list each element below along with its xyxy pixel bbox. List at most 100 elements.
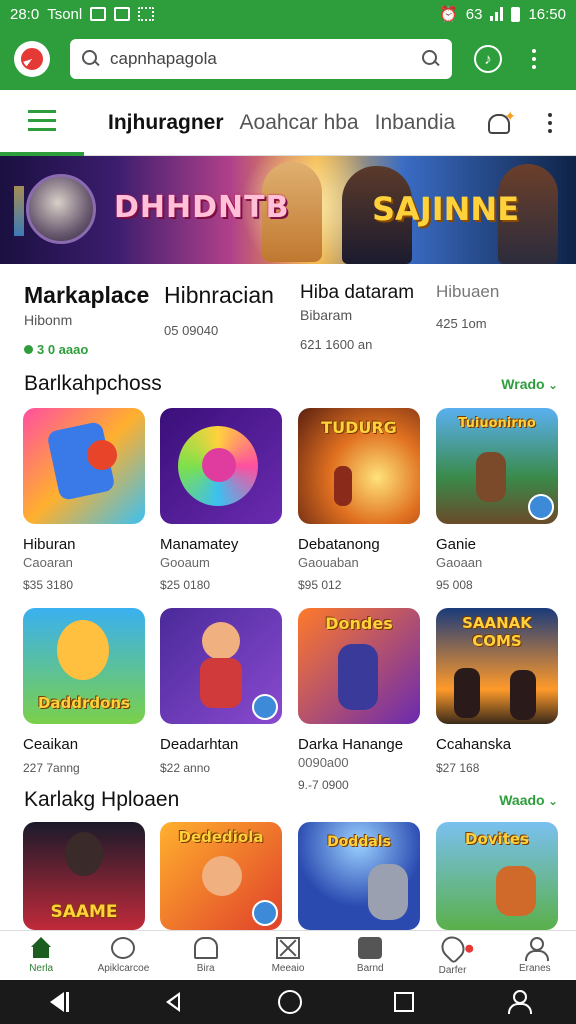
thumbnail-label: Dovites [465,830,529,848]
app-card[interactable]: Hiburan Caoaran $35 3180 [23,408,145,592]
heart-icon [436,931,475,965]
system-back-icon[interactable] [162,990,186,1014]
message-icon [114,7,131,21]
system-navigation-bar [0,980,576,1024]
app-name: Ccahanska [436,736,512,753]
section-title: Barlkahpchoss [24,372,162,395]
app-card[interactable]: Dovites [436,822,558,930]
app-card[interactable]: SAANAK COMS Ccahanska $27 168 [436,608,558,775]
stat-item[interactable]: Hiba dataram Bibaram 621 1600 an [300,282,414,352]
app-name: Deadarhtan [160,736,239,753]
app-thumbnail: Dovites [436,822,558,930]
house-outline-icon [193,937,218,959]
nav-item-favorites[interactable]: Darfer [411,931,493,980]
nav-label: Nerla [29,963,54,974]
app-card[interactable]: TUDURG Debatanong Gaouaban $95 012 [298,408,420,592]
nav-label: Meeaio [271,963,305,974]
verified-badge-icon [528,494,554,520]
nav-label: Bira [196,963,215,974]
overflow-menu-icon[interactable] [532,49,536,69]
app-card[interactable]: Deadarhtan $22 anno [160,608,282,775]
app-thumbnail: Tuiuonirno [436,408,558,524]
hamburger-menu-icon[interactable] [0,90,84,156]
nav-item-profile[interactable]: Eranes [494,931,576,980]
section-header: Karlakg Hploaen Waado [24,788,558,812]
app-card[interactable]: Daddrdons Ceaikan 227 7anng [23,608,145,775]
stat-value: 3 0 aaao [24,342,149,357]
thumbnail-label: SAAME [50,902,118,922]
edit-icon [358,937,383,959]
system-back-alt-icon[interactable] [46,990,70,1014]
section-title: Karlakg Hploaen [24,788,180,811]
status-bar: 28:0 Tsonl ⏰ 63 16:50 [0,0,576,28]
stat-marketplace[interactable]: Markaplace Hibonm 3 0 aaao [24,282,149,357]
app-price: 227 7anng [23,761,80,775]
nav-item-media[interactable]: Meeaio [247,931,329,980]
app-thumbnail: TUDURG [298,408,420,524]
notification-bell-icon[interactable]: ✦ [486,108,516,136]
app-thumbnail: Daddrdons [23,608,145,724]
banner-spark [14,186,24,236]
banner-title-left: DHHDNTB [114,190,290,225]
search-bar[interactable] [70,39,452,79]
app-name: Ceaikan [23,736,79,753]
stat-item[interactable]: Hibuaen 425 1om [436,282,499,331]
promo-banner[interactable]: DHHDNTB SAJINNE [0,156,576,264]
app-card[interactable]: Tuiuonirno Ganie Gaoaan 95 008 [436,408,558,592]
system-account-icon[interactable] [506,990,532,1014]
stat-title: Hiba dataram [300,282,415,303]
stat-value: 425 1om [436,316,487,331]
wrench-icon [111,937,136,959]
tab-active[interactable]: Injhuragner [100,111,232,135]
banner-title-right: SAJINNE [372,190,520,228]
section-more-link[interactable]: Wrado [501,376,558,392]
app-card[interactable]: SAAME [23,822,145,930]
app-thumbnail: Dedediola [160,822,282,930]
bottom-navigation: Nerla Apiklcarcoe Bira Meeaio Barnd Darf… [0,930,576,980]
search-submit-icon[interactable] [422,50,440,68]
system-recents-icon[interactable] [394,992,414,1012]
stat-title: Markaplace [24,282,150,308]
app-price: $95 012 [298,578,342,592]
stat-title: Hibnracian [164,282,274,308]
app-price: $22 anno [160,761,211,775]
thumbnail-label: Daddrdons [37,694,131,712]
app-thumbnail: Doddals [298,822,420,930]
battery-percent: 63 [465,5,483,23]
app-thumbnail [160,608,282,724]
section-header: Barlkahpchoss Wrado [24,372,558,396]
status-carrier: Tsonl [47,5,83,23]
tab-bar: Injhuragner Aoahcar hba Inbandia ✦ [0,90,576,156]
app-price: 95 008 [436,578,473,592]
tab-3[interactable]: Inbandia [367,111,464,135]
search-input[interactable] [110,49,416,69]
nav-item-bira[interactable]: Bira [165,931,247,980]
app-category: Gaoaan [436,555,483,570]
nav-label: Eranes [518,963,551,974]
system-home-icon[interactable] [278,990,302,1014]
app-name: Hiburan [23,536,76,553]
thumbnail-label: Dedediola [178,828,264,846]
nav-item-brand[interactable]: Barnd [329,931,411,980]
nav-item-apps[interactable]: Apiklcarcoe [82,931,164,980]
signal-icon [490,7,504,21]
notification-icon [90,7,107,21]
thumbnail-label: Doddals [327,834,391,850]
voice-search-icon[interactable]: ♪ [474,45,502,73]
app-logo[interactable] [14,41,50,77]
section-more-link[interactable]: Waado [499,792,558,808]
app-category: Caoaran [23,555,73,570]
nav-label: Barnd [356,963,384,974]
app-card[interactable]: Dedediola [160,822,282,930]
search-icon [82,50,100,68]
stat-item[interactable]: Hibnracian 05 09040 [164,282,274,338]
tab-overflow-icon[interactable] [548,112,552,133]
thumbnail-label: Dondes [325,614,393,633]
app-card[interactable]: Manamatey Gooaum $25 0180 [160,408,282,592]
banner-avatar [26,174,96,244]
app-card[interactable]: Doddals [298,822,420,930]
app-card[interactable]: Dondes Darka Hanange 0090a00 9.-7 0900 [298,608,420,792]
nav-item-home[interactable]: Nerla [0,931,82,980]
tab-2[interactable]: Aoahcar hba [232,111,367,135]
nav-label: Apiklcarcoe [97,963,150,974]
